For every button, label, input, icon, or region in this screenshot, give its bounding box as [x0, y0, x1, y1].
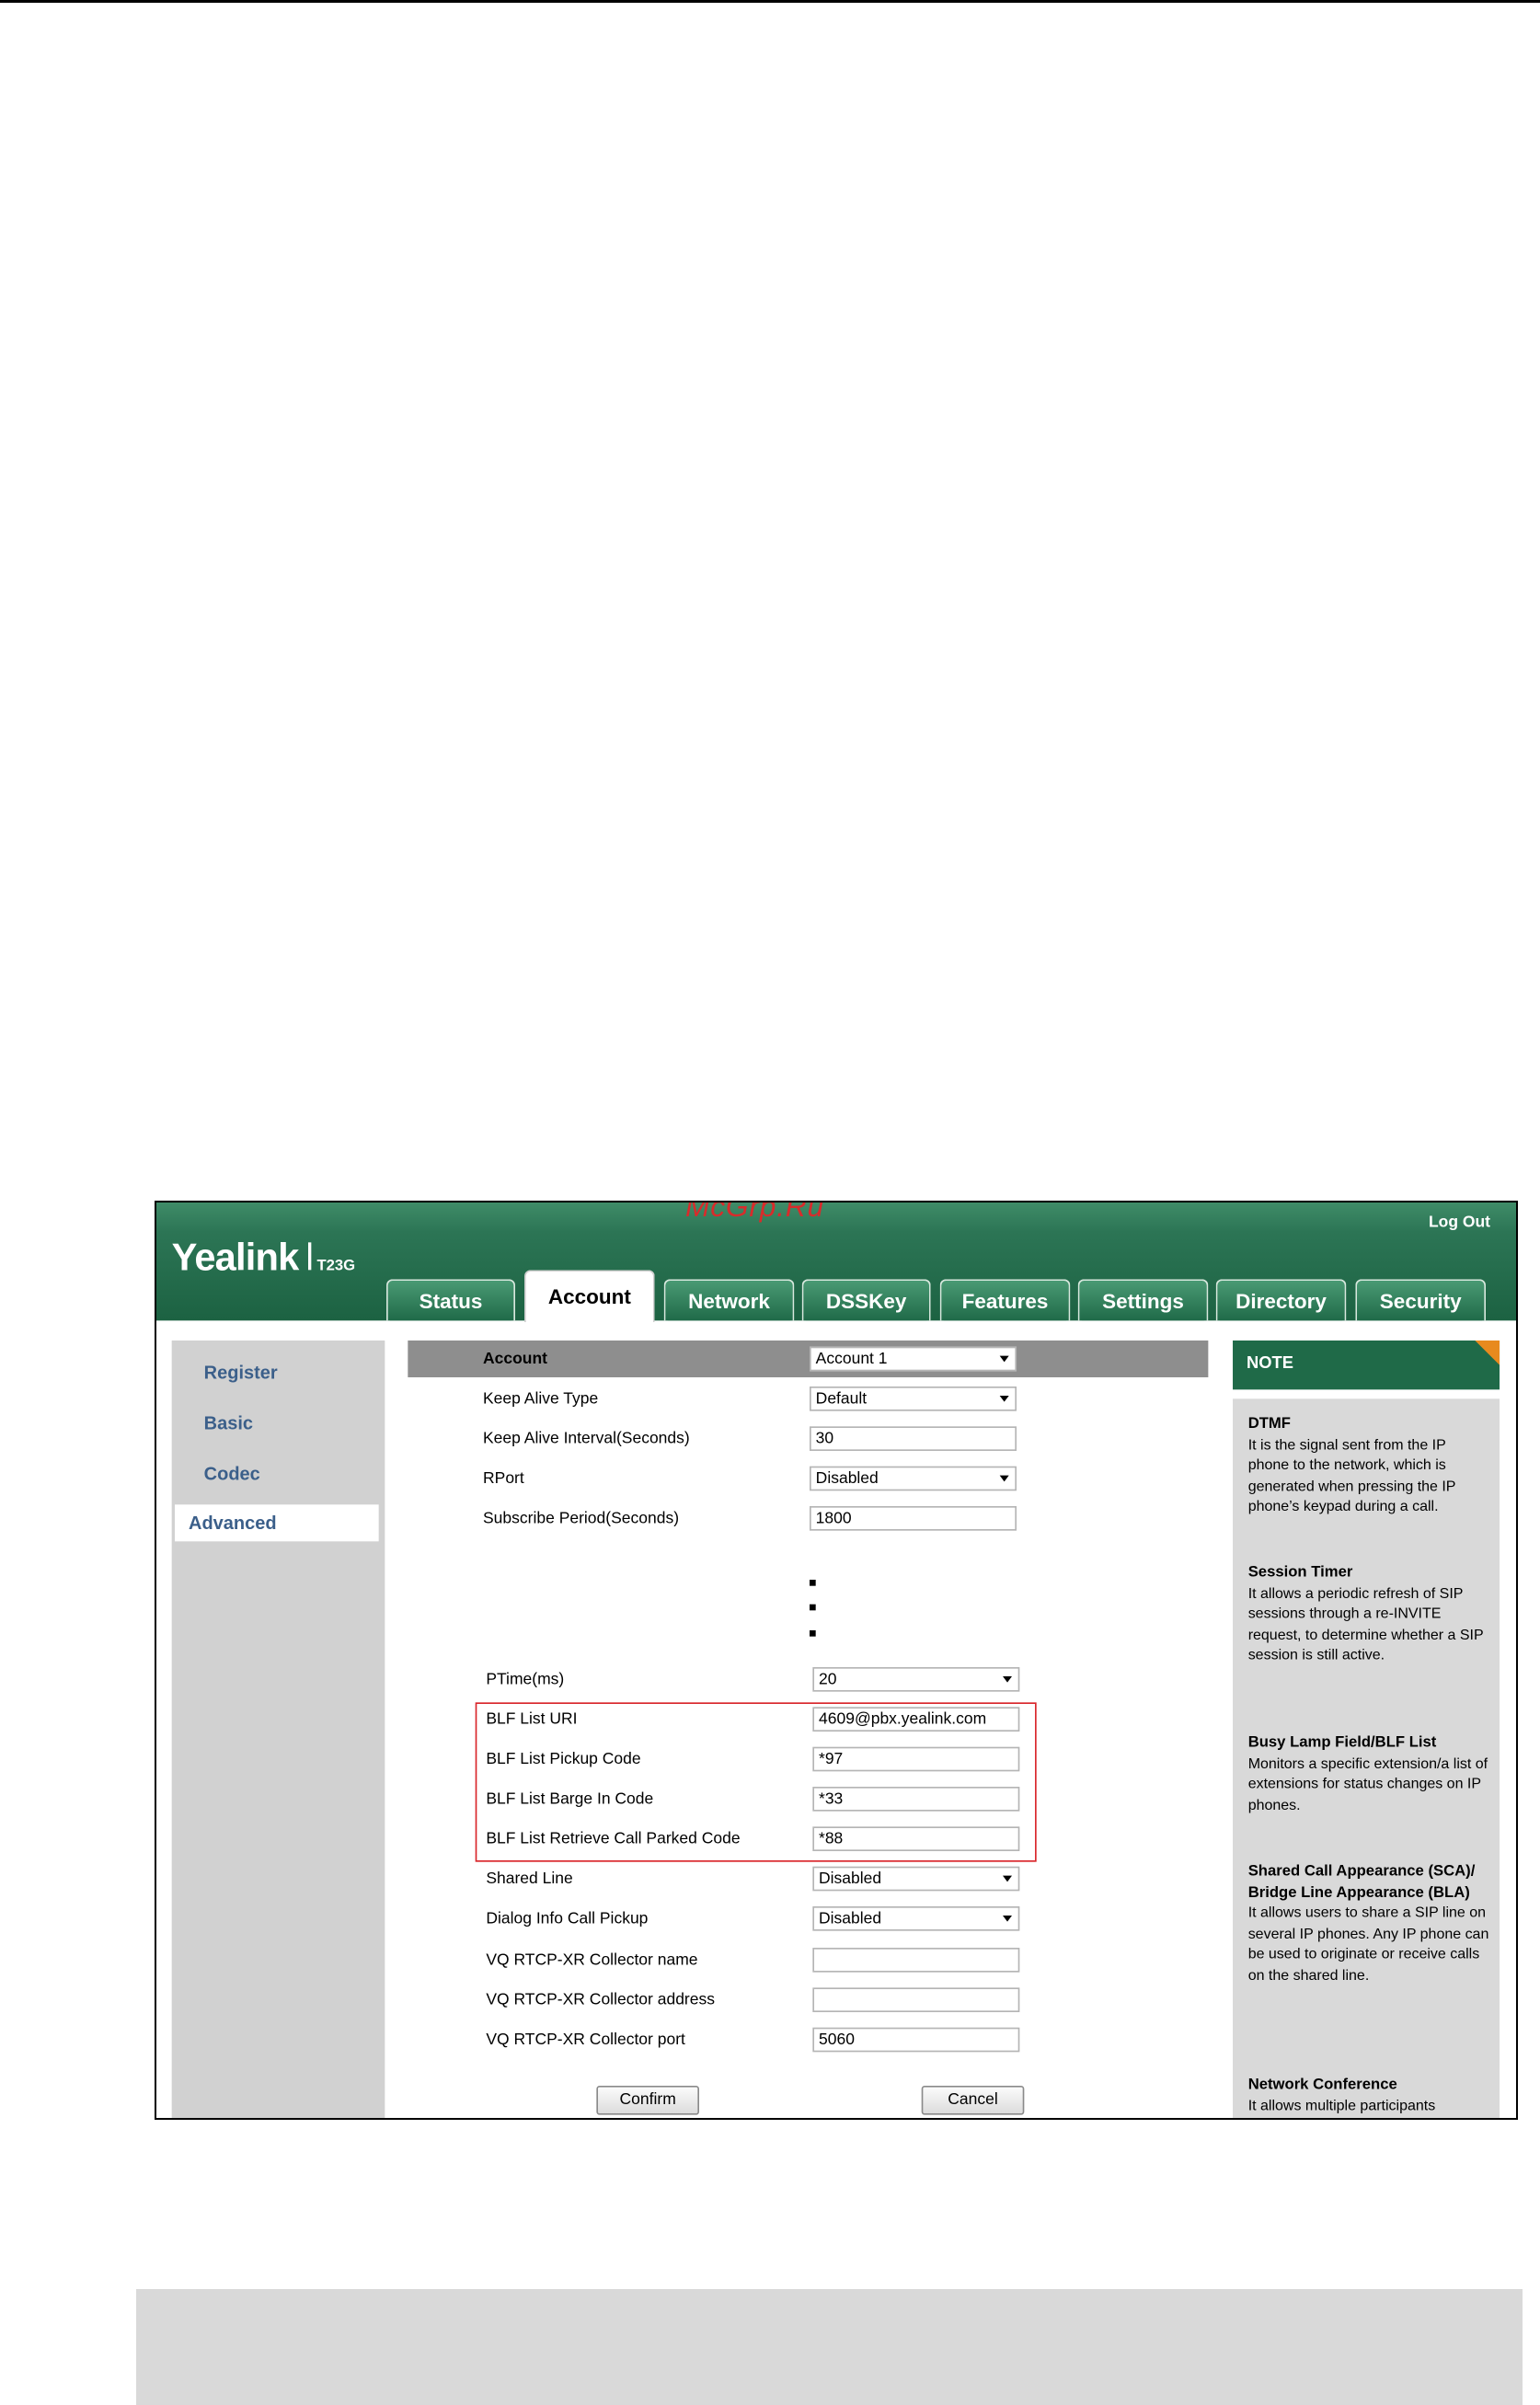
dialog-info-pickup-select[interactable]: Disabled	[812, 1906, 1020, 1931]
note-corner-icon	[1475, 1341, 1500, 1365]
sidebar-item-label: Advanced	[189, 1512, 277, 1535]
vq-collector-name-label: VQ RTCP-XR Collector name	[486, 1950, 698, 1970]
page-top-rule	[0, 0, 1540, 3]
note-section-text: It allows a periodic refresh of SIP sess…	[1247, 1584, 1484, 1664]
vq-collector-address-input[interactable]	[812, 1987, 1020, 2013]
sidebar: Register Basic Codec	[171, 1341, 385, 2118]
tab-network[interactable]: Network	[663, 1279, 795, 1321]
select-value: Disabled	[815, 1469, 879, 1489]
note-section-text: It allows users to share a SIP line on s…	[1247, 1904, 1489, 1985]
subscribe-period-input[interactable]: 1800	[810, 1506, 1017, 1531]
tab-account[interactable]: Account	[524, 1270, 655, 1323]
account-label: Account	[483, 1350, 548, 1369]
subscribe-period-label: Subscribe Period(Seconds)	[483, 1509, 680, 1528]
note-section-title: Network Conference	[1247, 2077, 1397, 2094]
highlight-box	[475, 1702, 1037, 1862]
chevron-down-icon	[999, 1396, 1009, 1402]
vq-collector-port-input[interactable]: 5060	[812, 2027, 1020, 2053]
chevron-down-icon	[1003, 1875, 1013, 1882]
sidebar-item-basic[interactable]: Basic	[204, 1412, 253, 1433]
yealink-logo: Yealink T23G	[172, 1237, 355, 1281]
vq-collector-name-input[interactable]	[812, 1948, 1020, 1973]
note-section-sca-bla: Shared Call Appearance (SCA)/ Bridge Lin…	[1248, 1862, 1490, 1986]
note-title: NOTE	[1247, 1354, 1293, 1374]
note-section-session-timer: Session Timer It allows a periodic refre…	[1248, 1563, 1490, 1667]
note-section-title: Busy Lamp Field/BLF List	[1247, 1734, 1437, 1752]
vq-collector-port-label: VQ RTCP-XR Collector port	[486, 2031, 685, 2050]
note-panel: DTMF It is the signal sent from the IP p…	[1233, 1398, 1500, 2118]
yealink-web-ui-screenshot: Yealink T23G Log Out Status Account Netw…	[155, 1201, 1518, 2120]
note-section-dtmf: DTMF It is the signal sent from the IP p…	[1248, 1414, 1490, 1518]
logo-separator	[307, 1242, 311, 1271]
sidebar-item-codec[interactable]: Codec	[204, 1463, 260, 1484]
sidebar-item-register[interactable]: Register	[204, 1362, 278, 1383]
ptime-label: PTime(ms)	[486, 1670, 565, 1689]
chevron-down-icon	[1003, 1916, 1013, 1922]
keep-alive-type-select[interactable]: Default	[810, 1387, 1017, 1411]
logout-link[interactable]: Log Out	[1429, 1214, 1490, 1232]
note-header: NOTE	[1233, 1341, 1500, 1390]
note-section-title: DTMF	[1247, 1415, 1291, 1433]
note-section-blf: Busy Lamp Field/BLF List Monitors a spec…	[1248, 1733, 1490, 1816]
confirm-button[interactable]: Confirm	[596, 2086, 700, 2115]
note-section-title: Session Timer	[1247, 1564, 1353, 1582]
ellipsis-dot	[810, 1604, 816, 1611]
ui-canvas: Yealink T23G Log Out Status Account Netw…	[156, 1202, 1516, 2118]
account-select-value: Account 1	[815, 1350, 888, 1369]
vq-collector-address-label: VQ RTCP-XR Collector address	[486, 1990, 715, 2009]
chevron-down-icon	[999, 1355, 1009, 1363]
tab-directory[interactable]: Directory	[1215, 1279, 1347, 1321]
model-label: T23G	[316, 1258, 356, 1275]
rport-label: RPort	[483, 1469, 524, 1489]
header-bar: Yealink T23G Log Out Status Account Netw…	[156, 1201, 1516, 1323]
note-section-title: Shared Call Appearance (SCA)/ Bridge Lin…	[1247, 1863, 1476, 1902]
shared-line-label: Shared Line	[486, 1870, 573, 1889]
select-value: Disabled	[819, 1870, 882, 1889]
keep-alive-interval-input[interactable]: 30	[810, 1426, 1017, 1452]
page-note-band	[136, 2289, 1523, 2405]
note-section-network-conference: Network Conference It allows multiple pa…	[1248, 2075, 1490, 2116]
tab-status[interactable]: Status	[386, 1279, 516, 1321]
ptime-select[interactable]: 20	[812, 1667, 1020, 1692]
tab-dsskey[interactable]: DSSKey	[801, 1279, 931, 1321]
logo-text: Yealink	[171, 1236, 300, 1280]
select-value: Disabled	[819, 1909, 882, 1928]
sidebar-item-advanced[interactable]: Advanced	[175, 1504, 379, 1542]
tab-security[interactable]: Security	[1355, 1279, 1487, 1321]
chevron-down-icon	[1003, 1676, 1013, 1683]
account-select[interactable]: Account 1	[810, 1346, 1017, 1372]
ellipsis-dot	[810, 1580, 816, 1586]
note-section-text: It allows multiple participants	[1247, 2097, 1436, 2114]
note-section-text: Monitors a specific extension/a list of …	[1247, 1755, 1488, 1814]
keep-alive-type-label: Keep Alive Type	[483, 1389, 599, 1409]
cancel-button[interactable]: Cancel	[921, 2086, 1025, 2115]
tab-features[interactable]: Features	[939, 1279, 1071, 1321]
select-value: Default	[815, 1389, 868, 1409]
ellipsis-dot	[810, 1630, 816, 1637]
watermark: McGrp.Ru	[685, 1201, 824, 1225]
shared-line-select[interactable]: Disabled	[812, 1866, 1020, 1892]
note-section-text: It is the signal sent from the IP phone …	[1247, 1436, 1456, 1516]
chevron-down-icon	[999, 1475, 1009, 1482]
rport-select[interactable]: Disabled	[810, 1466, 1017, 1491]
select-value: 20	[819, 1670, 837, 1689]
keep-alive-interval-label: Keep Alive Interval(Seconds)	[483, 1429, 690, 1448]
dialog-info-pickup-label: Dialog Info Call Pickup	[486, 1909, 649, 1928]
tab-settings[interactable]: Settings	[1077, 1279, 1209, 1321]
